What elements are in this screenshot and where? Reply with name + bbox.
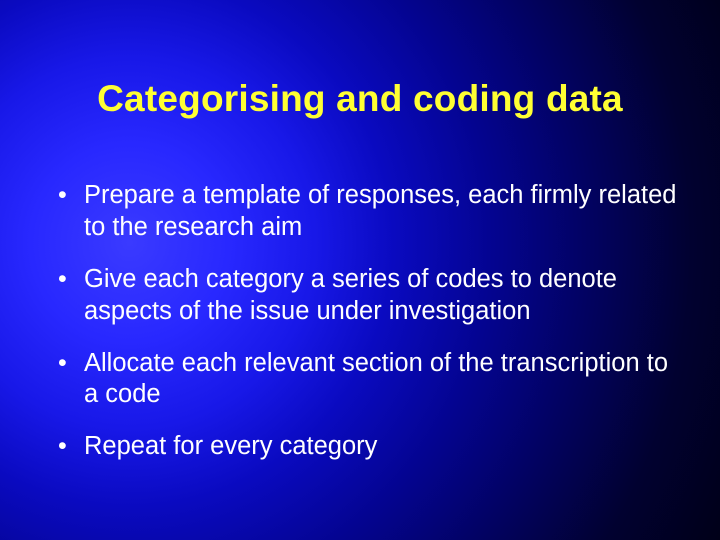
list-item: Allocate each relevant section of the tr… xyxy=(50,348,680,412)
slide-title: Categorising and coding data xyxy=(0,78,720,120)
list-item: Give each category a series of codes to … xyxy=(50,264,680,328)
list-item: Prepare a template of responses, each fi… xyxy=(50,180,680,244)
list-item: Repeat for every category xyxy=(50,431,680,463)
slide-body: Prepare a template of responses, each fi… xyxy=(50,180,680,483)
bullet-list: Prepare a template of responses, each fi… xyxy=(50,180,680,463)
slide: Categorising and coding data Prepare a t… xyxy=(0,0,720,540)
